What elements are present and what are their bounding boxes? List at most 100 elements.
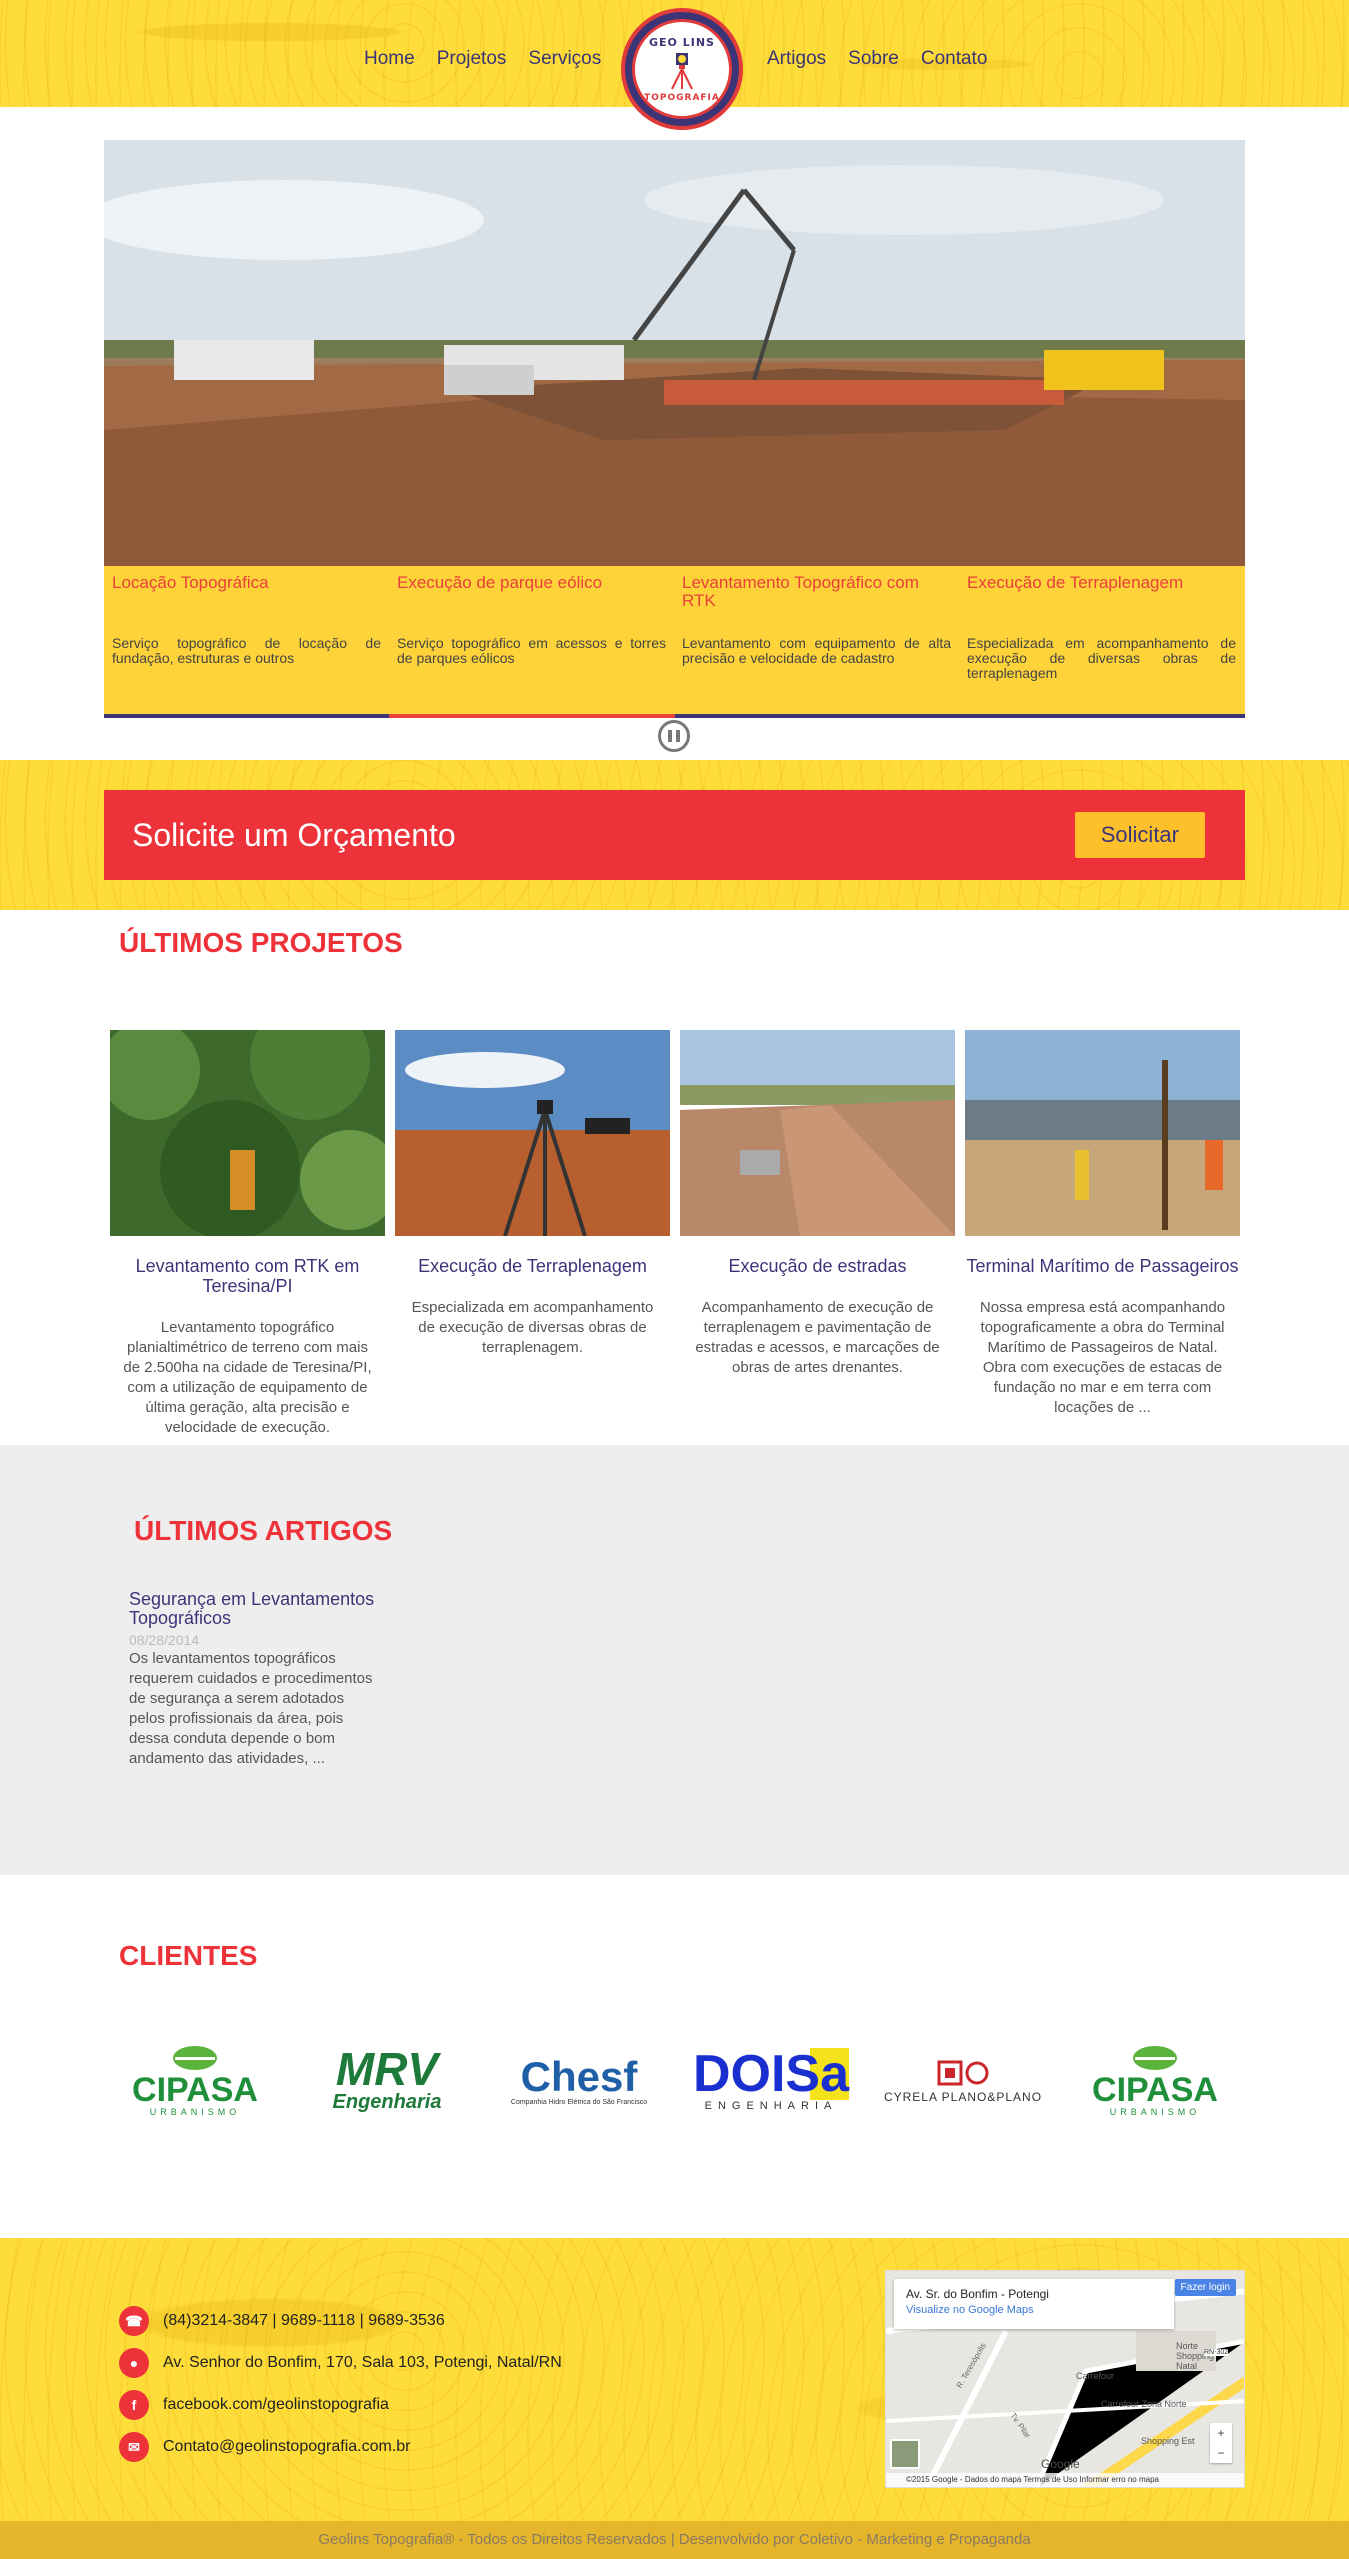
map-label: Google [1041, 2457, 1080, 2471]
client-sub: Companhia Hidro Elétrica do São Francisc… [510, 2098, 648, 2106]
project-card[interactable]: Levantamento com RTK em Teresina/PI Leva… [110, 1030, 385, 1438]
site-footer: ☎ (84)3214-3847 | 9689-1118 | 9689-3536 … [0, 2238, 1349, 2521]
slide-indicator[interactable] [674, 714, 960, 718]
nav-sobre[interactable]: Sobre [848, 48, 899, 70]
client-logo-cipasa[interactable]: CIPASA URBANISMO [105, 2035, 285, 2125]
nav-artigos[interactable]: Artigos [767, 48, 826, 70]
quote-title: Solicite um Orçamento [132, 816, 456, 853]
slide-card-text: Especializada em acompanhamento de execu… [967, 635, 1236, 681]
map-view-link[interactable]: Visualize no Google Maps [906, 2304, 1162, 2316]
client-logos: CIPASA URBANISMO MRV Engenharia Chesf Co… [105, 2035, 1245, 2125]
map-login-button[interactable]: Fazer login [1174, 2279, 1236, 2296]
article-title[interactable]: Segurança em Levantamentos Topográficos [129, 1590, 384, 1628]
project-title[interactable]: Execução de Terraplenagem [395, 1256, 670, 1276]
client-name: CYRELA PLANO&PLANO [883, 2090, 1043, 2104]
logo-emblem: GEO LINS TOPOGRAFIA [632, 19, 732, 119]
facebook-link[interactable]: facebook.com/geolinstopografia [163, 2396, 389, 2414]
project-photo-port[interactable] [965, 1030, 1240, 1236]
theodolite-icon [671, 52, 693, 89]
slide-card-title: Levantamento Topográfico com RTK [682, 573, 919, 610]
contact-email[interactable]: ✉ Contato@geolinstopografia.com.br [119, 2426, 562, 2468]
client-logo-doisa[interactable]: DOISa ENGENHARIA [681, 2035, 861, 2125]
contact-list: ☎ (84)3214-3847 | 9689-1118 | 9689-3536 … [119, 2300, 562, 2468]
project-photo-road[interactable] [680, 1030, 955, 1236]
map-label: Carrefour Zona Norte [1101, 2399, 1187, 2409]
slide-card[interactable]: Execução de parque eólico Serviço topogr… [389, 566, 674, 714]
map-satellite-toggle[interactable] [890, 2439, 920, 2469]
contact-phone: ☎ (84)3214-3847 | 9689-1118 | 9689-3536 [119, 2300, 562, 2342]
phone-text: (84)3214-3847 | 9689-1118 | 9689-3536 [163, 2312, 445, 2329]
project-title[interactable]: Execução de estradas [680, 1256, 955, 1276]
main-nav-right: Artigos Sobre Contato [767, 48, 987, 70]
hero-slider: Locação Topográfica Serviço topográfico … [104, 140, 1245, 718]
client-name: MRV [335, 2042, 439, 2095]
project-title[interactable]: Levantamento com RTK em Teresina/PI [110, 1256, 385, 1296]
map-place-name: Av. Sr. do Bonfim - Potengi [906, 2287, 1049, 2301]
client-name: DOISa [692, 2045, 850, 2103]
slide-indicator[interactable] [959, 714, 1245, 718]
nav-contato[interactable]: Contato [921, 48, 988, 70]
map-zoom-controls[interactable]: + − [1210, 2423, 1232, 2463]
project-card[interactable]: Execução de Terraplenagem Especializada … [395, 1030, 670, 1438]
client-sub: Engenharia [332, 2090, 442, 2113]
slide-progress-bars [104, 714, 1245, 718]
project-card[interactable]: Execução de estradas Acompanhamento de e… [680, 1030, 955, 1438]
google-map[interactable]: Av. Sr. do Bonfim - Potengi Visualize no… [885, 2270, 1245, 2488]
slide-indicator[interactable] [104, 714, 390, 718]
map-label: Norte Shopping Natal [1176, 2341, 1215, 2371]
client-logo-cyrela[interactable]: CYRELA PLANO&PLANO [873, 2035, 1053, 2125]
solicitar-button[interactable]: Solicitar [1074, 812, 1205, 858]
map-label: Carrefour [1076, 2371, 1115, 2381]
project-card[interactable]: Terminal Marítimo de Passageiros Nossa e… [965, 1030, 1240, 1438]
slide-card-title: Locação Topográfica [112, 573, 269, 592]
slide-captions: Locação Topográfica Serviço topográfico … [104, 566, 1245, 714]
email-link[interactable]: Contato@geolinstopografia.com.br [163, 2438, 411, 2456]
project-title[interactable]: Terminal Marítimo de Passageiros [965, 1256, 1240, 1276]
facebook-icon: f [119, 2390, 149, 2420]
map-pin-icon: ● [119, 2348, 149, 2378]
logo-name: GEO LINS [649, 35, 715, 49]
client-logo-chesf[interactable]: Chesf Companhia Hidro Elétrica do São Fr… [489, 2035, 669, 2125]
article-date: 08/28/2014 [129, 1632, 200, 1648]
articles-section: ÚLTIMOS ARTIGOS Segurança em Levantament… [0, 1445, 1349, 1875]
pause-icon[interactable] [658, 720, 690, 752]
copyright-bar: Geolins Topografia® - Todos os Direitos … [0, 2521, 1349, 2559]
client-logo-cipasa[interactable]: CIPASA URBANISMO [1065, 2035, 1245, 2125]
project-photo-tripod[interactable] [395, 1030, 670, 1236]
contact-facebook[interactable]: f facebook.com/geolinstopografia [119, 2384, 562, 2426]
address-text: Av. Senhor do Bonfim, 170, Sala 103, Pot… [163, 2354, 562, 2371]
construction-scene [104, 140, 1245, 566]
slide-card[interactable]: Locação Topográfica Serviço topográfico … [104, 566, 389, 714]
article-item[interactable]: Segurança em Levantamentos Topográficos … [129, 1590, 384, 1769]
client-name: Chesf [520, 2052, 638, 2100]
site-logo[interactable]: GEO LINS TOPOGRAFIA [621, 8, 743, 130]
projects-grid: Levantamento com RTK em Teresina/PI Leva… [110, 1030, 1240, 1438]
cyrela-emblem-icon [937, 2060, 989, 2086]
slide-card[interactable]: Execução de Terraplenagem Especializada … [959, 566, 1244, 714]
quote-banner: Solicite um Orçamento Solicitar [104, 790, 1245, 880]
cipasa-leaf-icon [173, 2046, 217, 2070]
project-text: Acompanhamento de execução de terraplena… [695, 1299, 940, 1376]
site-header: Home Projetos Serviços Artigos Sobre Con… [0, 0, 1349, 130]
clients-title: CLIENTES [119, 1940, 258, 1971]
slide-card[interactable]: Levantamento Topográfico com RTK Levanta… [674, 566, 959, 714]
nav-servicos[interactable]: Serviços [528, 48, 601, 70]
slide-indicator-active[interactable] [389, 714, 675, 718]
project-text: Especializada em acompanhamento de execu… [411, 1299, 654, 1356]
logo-tagline: TOPOGRAFIA [644, 92, 720, 103]
contact-address: ● Av. Senhor do Bonfim, 170, Sala 103, P… [119, 2342, 562, 2384]
project-text: Nossa empresa está acompanhando topograf… [979, 1299, 1226, 1416]
nav-projetos[interactable]: Projetos [437, 48, 507, 70]
articles-title: ÚLTIMOS ARTIGOS [134, 1515, 393, 1546]
map-place-card: Av. Sr. do Bonfim - Potengi Visualize no… [894, 2279, 1174, 2329]
slide-card-text: Levantamento com equipamento de alta pre… [682, 635, 951, 666]
phone-icon: ☎ [119, 2306, 149, 2336]
client-logo-mrv[interactable]: MRV Engenharia [297, 2035, 477, 2125]
project-text: Levantamento topográfico planialtimétric… [123, 1319, 372, 1436]
client-sub: ENGENHARIA [704, 2100, 838, 2112]
project-photo-forest[interactable] [110, 1030, 385, 1236]
article-excerpt: Os levantamentos topográficos requerem c… [129, 1650, 373, 1767]
slide-card-title: Execução de parque eólico [397, 573, 603, 592]
nav-home[interactable]: Home [364, 48, 415, 70]
client-name: CIPASA [1092, 2071, 1218, 2109]
